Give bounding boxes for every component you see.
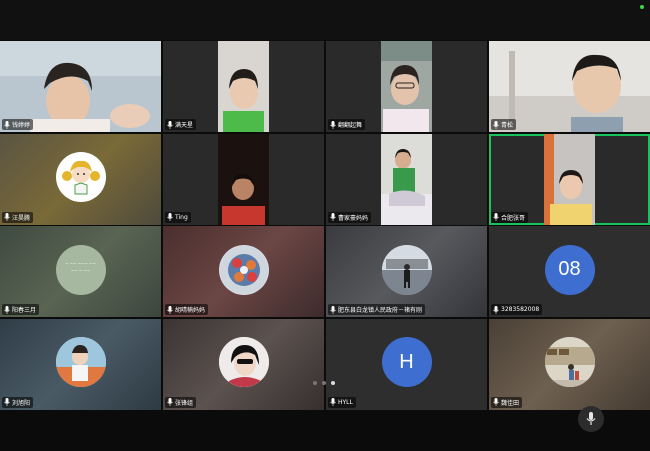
avatar: [544, 337, 595, 388]
participant-name: 汪昊腾: [12, 214, 31, 222]
microphone-icon: [4, 305, 10, 314]
name-tag: 魏佳田: [491, 396, 523, 408]
video-grid: 钱婷婷 满天星 翻翻起舞 青松 汪昊腾 Ting 曹家豪妈妈 合肥张哥 ~ ~~…: [0, 41, 650, 410]
video-tile[interactable]: 满天星: [163, 41, 324, 132]
microphone-icon: [493, 213, 499, 221]
person-photo-icon: [381, 244, 432, 295]
microphone-icon: [330, 398, 336, 406]
participant-name: 钱婷婷: [12, 122, 31, 129]
participant-name: 魏佳田: [501, 399, 520, 407]
microphone-button[interactable]: [578, 406, 604, 432]
video-tile[interactable]: Ting: [163, 133, 324, 225]
status-indicator-dot: [640, 5, 644, 9]
microphone-icon: [330, 305, 336, 314]
participant-name: 翻翻起舞: [338, 122, 363, 129]
microphone-icon: [493, 398, 499, 406]
name-tag: 翻翻起舞: [328, 119, 366, 130]
name-tag: 3283582008: [491, 304, 543, 315]
participant-name: 3283582008: [501, 306, 540, 313]
food-plate-icon: [219, 245, 268, 294]
name-tag: 刘旭阳: [2, 396, 34, 408]
name-tag: 胡晴楠妈妈: [165, 304, 209, 315]
participant-video: [218, 133, 269, 225]
name-tag: 肥东县白龙镇人民政府－褚有刚: [328, 304, 426, 315]
top-bar: [0, 0, 650, 40]
name-tag: 合肥张哥: [491, 211, 529, 223]
page-dot[interactable]: [322, 381, 326, 385]
microphone-icon: [493, 305, 499, 314]
video-tile[interactable]: ~ ~~ ~~~ ~~ ~~ ~ ~~ 阳春三月: [0, 226, 161, 317]
avatar: [218, 244, 269, 295]
video-tile[interactable]: 张锋组: [163, 318, 324, 410]
video-tile[interactable]: 刘旭阳: [0, 318, 161, 410]
avatar: [381, 244, 432, 295]
scenery-photo-icon: [544, 337, 595, 388]
child-photo-icon: [55, 337, 106, 388]
microphone-icon: [493, 120, 499, 129]
name-tag: 阳春三月: [2, 304, 40, 315]
participant-name: 肥东县白龙镇人民政府－褚有刚: [338, 307, 423, 314]
name-tag: 满天星: [165, 119, 197, 130]
page-dot-current[interactable]: [331, 381, 335, 385]
microphone-icon: [167, 120, 173, 129]
video-tile[interactable]: H HYLL: [326, 318, 487, 410]
video-tile[interactable]: 肥东县白龙镇人民政府－褚有刚: [326, 226, 487, 317]
participant-name: 刘旭阳: [12, 399, 31, 407]
participant-video: [544, 133, 595, 225]
avatar: [55, 337, 106, 388]
name-tag: 张锋组: [165, 396, 197, 408]
name-tag: 青松: [491, 119, 517, 130]
participant-name: 曹家豪妈妈: [338, 214, 369, 222]
participant-video: [218, 41, 269, 132]
video-tile[interactable]: 08 3283582008: [489, 226, 650, 317]
avatar-text-decoration: ~ ~~ ~~~ ~~ ~~ ~ ~~: [65, 260, 96, 273]
name-tag: 汪昊腾: [2, 211, 34, 223]
microphone-icon: [330, 120, 336, 129]
video-tile[interactable]: 曹家豪妈妈: [326, 133, 487, 225]
name-tag: 曹家豪妈妈: [328, 211, 372, 223]
initials-avatar: H: [381, 337, 432, 388]
participant-name: 青松: [501, 122, 514, 129]
participant-name: 阳春三月: [12, 307, 37, 314]
page-dot[interactable]: [313, 381, 317, 385]
participant-name: Ting: [175, 213, 188, 221]
video-tile[interactable]: 钱婷婷: [0, 41, 161, 132]
participant-name: 合肥张哥: [501, 214, 526, 222]
participant-video: [381, 41, 432, 132]
page-indicator[interactable]: [313, 381, 335, 385]
name-tag: Ting: [165, 211, 191, 223]
participant-name: 胡晴楠妈妈: [175, 307, 206, 314]
video-tile[interactable]: 胡晴楠妈妈: [163, 226, 324, 317]
avatar: [218, 337, 269, 388]
person-photo-icon: [218, 337, 269, 388]
name-tag: HYLL: [328, 396, 356, 408]
video-tile[interactable]: 魏佳田: [489, 318, 650, 410]
microphone-icon: [4, 398, 10, 406]
participant-video: [381, 133, 432, 225]
video-tile[interactable]: 翻翻起舞: [326, 41, 487, 132]
initials-avatar: 08: [544, 244, 595, 295]
participant-name: 张锋组: [175, 399, 194, 407]
video-tile[interactable]: 汪昊腾: [0, 133, 161, 225]
microphone-icon: [167, 398, 173, 406]
name-tag: 钱婷婷: [2, 119, 34, 130]
microphone-icon: [4, 120, 10, 129]
video-tile[interactable]: 青松: [489, 41, 650, 132]
microphone-icon: [586, 412, 596, 425]
cartoon-girl-icon: [61, 161, 100, 195]
microphone-icon: [167, 305, 173, 314]
participant-name: HYLL: [338, 398, 353, 406]
video-tile-active[interactable]: 合肥张哥: [489, 133, 650, 225]
avatar: ~ ~~ ~~~ ~~ ~~ ~ ~~: [55, 244, 106, 295]
participant-name: 满天星: [175, 122, 194, 129]
microphone-icon: [167, 213, 173, 221]
avatar: [55, 152, 106, 203]
microphone-icon: [330, 213, 336, 221]
microphone-icon: [4, 213, 10, 221]
